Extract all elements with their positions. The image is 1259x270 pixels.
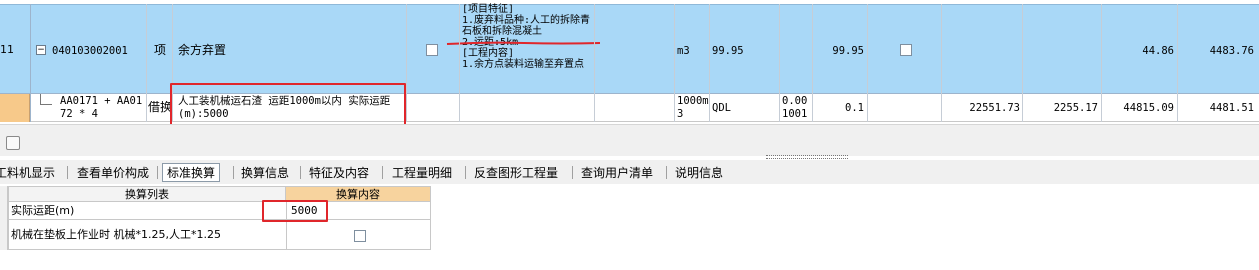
panel-splitter[interactable] bbox=[0, 124, 1259, 156]
sub-item-price-1: 22551.73 bbox=[969, 102, 1020, 114]
column-divider bbox=[286, 220, 287, 249]
sub-item-content: 0.001001 bbox=[782, 95, 808, 120]
scroll-button[interactable] bbox=[6, 136, 20, 150]
column-divider bbox=[459, 4, 460, 122]
item-type: 项 bbox=[154, 43, 167, 57]
sub-item-type: 借换 bbox=[148, 101, 170, 114]
tab-user-list[interactable]: 查询用户清单 bbox=[576, 163, 658, 182]
tab-separator bbox=[233, 166, 234, 179]
tab-description[interactable]: 说明信息 bbox=[670, 163, 728, 182]
tree-line bbox=[40, 104, 52, 105]
detail-tab-bar: 工料机显示 查看单价构成 标准换算 换算信息 特征及内容 工程量明细 反查图形工… bbox=[0, 160, 1259, 184]
conversion-label: 机械在垫板上作业时 机械*1.25,人工*1.25 bbox=[11, 228, 221, 241]
item-name: 余方弃置 bbox=[178, 43, 227, 57]
item-unit: m3 bbox=[677, 45, 690, 57]
checkbox[interactable] bbox=[900, 44, 912, 56]
tab-material-display[interactable]: 工料机显示 bbox=[0, 163, 60, 182]
row-header[interactable] bbox=[0, 94, 30, 122]
item-grid: 11 − 040103002001 项 余方弃置 m3 99.95 99.95 … bbox=[0, 0, 1259, 124]
highlight-box bbox=[262, 200, 328, 222]
column-divider bbox=[941, 4, 942, 122]
table-row[interactable]: 机械在垫板上作业时 机械*1.25,人工*1.25 bbox=[8, 220, 431, 250]
table-row[interactable]: 实际运距(m) 5000 bbox=[8, 202, 431, 220]
column-divider bbox=[1022, 4, 1023, 122]
conversion-label: 实际运距(m) bbox=[11, 204, 75, 217]
tab-features[interactable]: 特征及内容 bbox=[304, 163, 374, 182]
column-divider bbox=[146, 4, 147, 122]
sub-item-code: AA0171 + AA0172 * 4 bbox=[60, 95, 143, 120]
column-divider bbox=[1101, 4, 1102, 122]
column-divider bbox=[30, 4, 31, 122]
column-divider bbox=[1177, 4, 1178, 122]
tab-separator bbox=[382, 166, 383, 179]
table-row[interactable]: 11 − 040103002001 项 余方弃置 m3 99.95 99.95 … bbox=[0, 4, 1259, 94]
tab-separator bbox=[67, 166, 68, 179]
highlight-box bbox=[170, 83, 406, 124]
tab-separator bbox=[157, 166, 158, 179]
column-header-list: 换算列表 bbox=[8, 186, 286, 202]
column-divider bbox=[812, 4, 813, 122]
tree-line bbox=[40, 94, 41, 104]
checkbox[interactable] bbox=[354, 230, 366, 242]
column-divider bbox=[674, 4, 675, 122]
item-quantity-2: 99.95 bbox=[832, 45, 864, 57]
tab-separator bbox=[465, 166, 466, 179]
sub-item-total: 4481.51 bbox=[1209, 102, 1254, 114]
item-unit-price: 44.86 bbox=[1142, 45, 1174, 57]
collapse-icon[interactable]: − bbox=[36, 45, 46, 55]
column-divider bbox=[406, 4, 407, 122]
tab-quantity-detail[interactable]: 工程量明细 bbox=[387, 163, 457, 182]
tab-separator bbox=[572, 166, 573, 179]
splitter-grip-icon[interactable] bbox=[766, 155, 848, 159]
item-quantity: 99.95 bbox=[712, 45, 744, 57]
tab-separator bbox=[300, 166, 301, 179]
sub-item-quantity: 0.1 bbox=[845, 102, 864, 114]
row-header-column bbox=[0, 186, 8, 250]
sub-item-price-3: 44815.09 bbox=[1123, 102, 1174, 114]
tab-graphic-quantity[interactable]: 反查图形工程量 bbox=[469, 163, 563, 182]
red-underline-mark bbox=[446, 41, 601, 45]
column-divider bbox=[594, 4, 595, 122]
item-feature-text: [项目特征] 1.废弃料品种:人工的拆除青石板和拆除混凝土 2.运距:5km [… bbox=[462, 4, 591, 70]
tab-unit-price[interactable]: 查看单价构成 bbox=[72, 163, 154, 182]
item-code: 040103002001 bbox=[52, 45, 128, 57]
tab-conversion-info[interactable]: 换算信息 bbox=[236, 163, 294, 182]
row-number: 11 bbox=[0, 43, 14, 56]
sub-item-price-2: 2255.17 bbox=[1053, 102, 1098, 114]
sub-item-unit: 1000m3 bbox=[677, 95, 709, 120]
column-divider bbox=[867, 4, 868, 122]
column-divider bbox=[779, 4, 780, 122]
item-total: 4483.76 bbox=[1209, 45, 1254, 57]
sub-item-qty-expr: QDL bbox=[712, 102, 731, 114]
column-divider bbox=[709, 4, 710, 122]
checkbox[interactable] bbox=[426, 44, 438, 56]
tab-standard-conversion[interactable]: 标准换算 bbox=[162, 163, 221, 182]
tab-separator bbox=[666, 166, 667, 179]
